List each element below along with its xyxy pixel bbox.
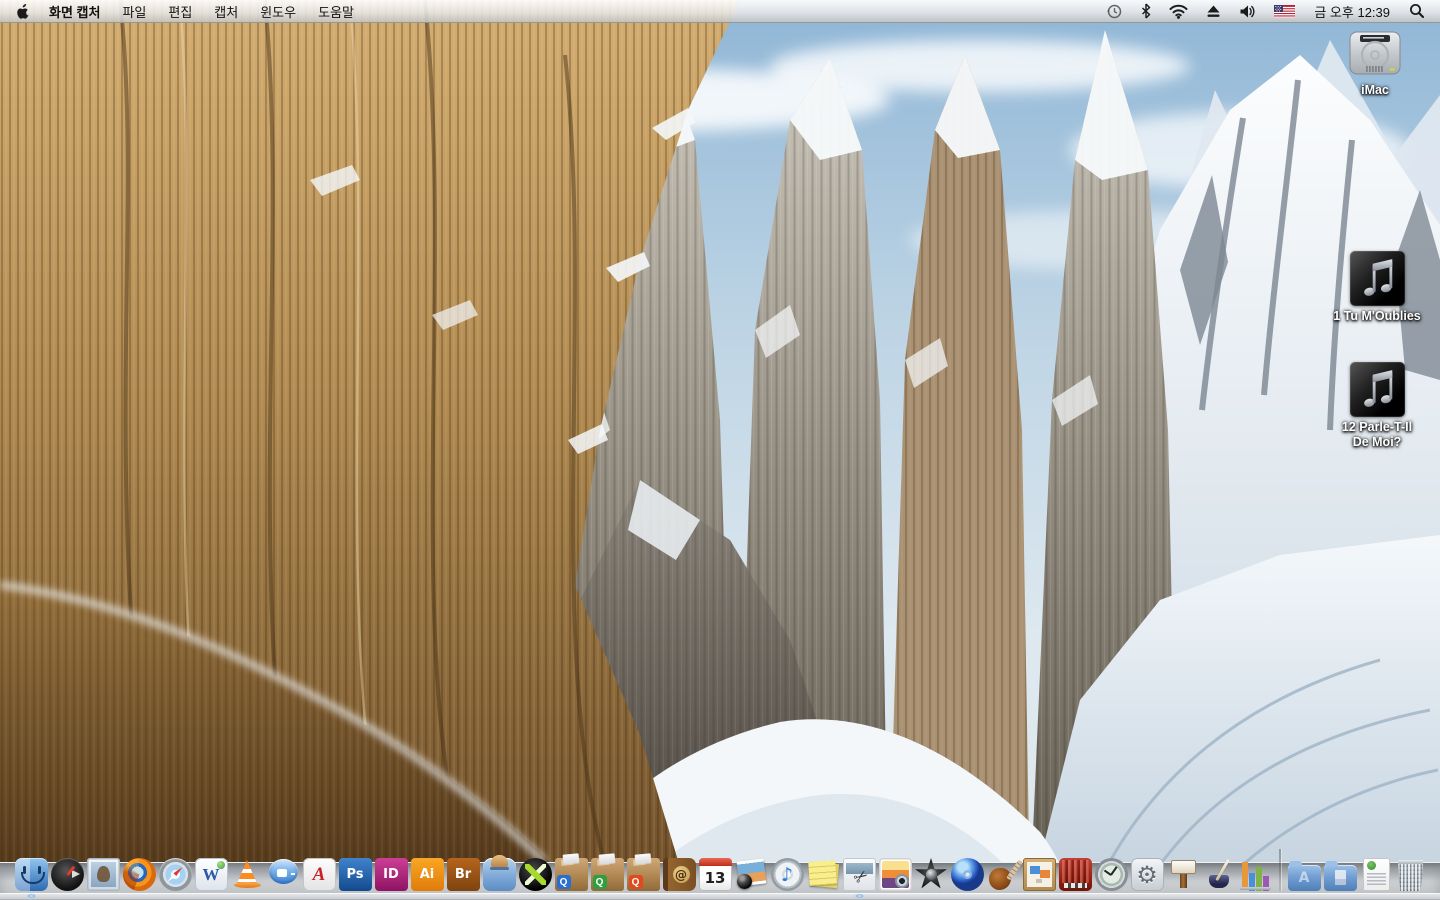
volume-icon[interactable] — [1232, 0, 1263, 22]
illustrator-glyph: Ai — [411, 858, 444, 891]
photoshop-glyph: Ps — [339, 858, 372, 891]
dock-keynote-icon[interactable] — [1167, 858, 1200, 891]
apple-logo-icon — [16, 3, 30, 19]
dock-garageband-icon[interactable] — [987, 858, 1020, 891]
dock-safari-icon[interactable] — [159, 858, 192, 891]
at-glyph: @ — [673, 866, 690, 883]
dock-ichat-icon[interactable] — [267, 858, 300, 891]
q-badge: Q — [629, 875, 643, 889]
running-indicator — [855, 894, 864, 898]
dock-trash-icon[interactable] — [1396, 860, 1426, 891]
dock-photo-booth-icon[interactable] — [1059, 858, 1092, 891]
dock-imovie-icon[interactable] — [915, 858, 948, 891]
note-glyph: ♪ — [771, 858, 804, 891]
desktop: 화면 캡처 파일 편집 캡처 윈도우 도움말 — [0, 0, 1440, 900]
menu-clock[interactable]: 금 오후 12:39 — [1306, 2, 1398, 21]
dock-quarkxpress-icon[interactable] — [519, 858, 552, 891]
dock-acrobat-icon[interactable]: A — [303, 858, 336, 891]
dock-applications-folder-icon[interactable]: A — [1288, 865, 1321, 891]
app-menu-grab[interactable]: 화면 캡처 — [38, 0, 111, 22]
w-glyph: W — [195, 858, 228, 891]
eject-icon[interactable] — [1199, 0, 1228, 22]
time-machine-menu-icon[interactable] — [1099, 0, 1130, 22]
dock-bridge-icon[interactable]: Br — [447, 858, 480, 891]
audio-file-label: 1 Tu M'Oublies — [1333, 309, 1420, 324]
bridge-glyph: Br — [447, 858, 480, 891]
spotlight-icon[interactable] — [1402, 0, 1432, 22]
dock-quark-box-red-icon[interactable]: Q — [627, 858, 660, 891]
dock-indesign-icon[interactable]: ID — [375, 858, 408, 891]
audio-file-label: 12 Parle-T-Il De Moi? — [1342, 420, 1412, 450]
dock-separator — [1279, 849, 1281, 891]
dock-itunes-icon[interactable]: ♪ — [771, 858, 804, 891]
desktop-wallpaper — [0, 0, 1440, 900]
apple-menu[interactable] — [8, 0, 38, 22]
desktop-icon-audio-2[interactable]: 12 Parle-T-Il De Moi? — [1319, 362, 1435, 450]
dock-address-book-icon[interactable]: @ — [663, 858, 696, 891]
desktop-icon-audio-1[interactable]: 1 Tu M'Oublies — [1319, 251, 1435, 324]
menu-capture[interactable]: 캡처 — [203, 0, 249, 22]
menu-edit[interactable]: 편집 — [157, 0, 203, 22]
audio-file-icon — [1350, 362, 1405, 417]
dock-documents-folder-icon[interactable] — [1324, 865, 1357, 891]
menu-bar: 화면 캡처 파일 편집 캡처 윈도우 도움말 — [0, 0, 1440, 23]
audio-file-icon — [1350, 251, 1405, 306]
dock-system-preferences-icon[interactable]: ⚙ — [1131, 858, 1164, 891]
dock-shelf-front — [0, 893, 1440, 900]
dock-grab-icon[interactable]: ✂ — [843, 858, 876, 891]
q-badge: Q — [593, 875, 607, 889]
dock-items: W A Ps ID Ai Br Q Q Q @ 13 ♪ ✂ — [0, 849, 1440, 891]
indesign-glyph: ID — [375, 858, 408, 891]
desktop-icon-imac[interactable]: iMac — [1317, 30, 1433, 98]
dock-aperture-icon[interactable] — [735, 858, 768, 891]
dock-numbers-icon[interactable] — [1239, 858, 1272, 891]
scissors-glyph: ✂ — [836, 852, 882, 898]
music-note-icon — [1350, 251, 1405, 306]
dock: W A Ps ID Ai Br Q Q Q @ 13 ♪ ✂ — [0, 850, 1440, 900]
dock-stickies-icon[interactable] — [807, 858, 840, 891]
dock-time-machine-icon[interactable] — [1095, 858, 1128, 891]
menu-help[interactable]: 도움말 — [307, 0, 365, 22]
dock-iweb-icon[interactable] — [1023, 858, 1056, 891]
dock-pages-icon[interactable] — [1203, 858, 1236, 891]
imac-label: iMac — [1361, 83, 1389, 98]
dock-toast-icon[interactable] — [483, 858, 516, 891]
dock-finder-icon[interactable] — [15, 858, 48, 891]
dock-ical-icon[interactable]: 13 — [699, 858, 732, 891]
menu-window[interactable]: 윈도우 — [249, 0, 307, 22]
music-note-icon — [1350, 362, 1405, 417]
dock-w-app-icon[interactable]: W — [195, 858, 228, 891]
dock-photoshop-icon[interactable]: Ps — [339, 858, 372, 891]
running-indicator — [27, 894, 36, 898]
dock-quark-box-blue-icon[interactable]: Q — [555, 858, 588, 891]
wifi-icon[interactable] — [1162, 0, 1195, 22]
input-source-flag-us[interactable] — [1267, 0, 1302, 22]
dock-illustrator-icon[interactable]: Ai — [411, 858, 444, 891]
dock-document-icon[interactable] — [1363, 858, 1390, 891]
q-badge: Q — [557, 875, 571, 889]
applications-glyph: A — [1288, 865, 1321, 891]
dock-idvd-icon[interactable] — [951, 858, 984, 891]
menu-file[interactable]: 파일 — [111, 0, 157, 22]
acrobat-glyph: A — [303, 858, 336, 891]
ical-date: 13 — [699, 858, 732, 891]
gear-glyph: ⚙ — [1131, 858, 1164, 891]
dock-iphoto-icon[interactable] — [879, 858, 912, 891]
dock-quark-box-green-icon[interactable]: Q — [591, 858, 624, 891]
dock-firefox-icon[interactable] — [123, 858, 156, 891]
hard-drive-icon — [1346, 30, 1404, 80]
dock-vlc-icon[interactable] — [231, 858, 264, 891]
dock-mail-icon[interactable] — [87, 858, 120, 891]
dock-dashboard-icon[interactable] — [51, 858, 84, 891]
bluetooth-icon[interactable] — [1134, 0, 1158, 22]
